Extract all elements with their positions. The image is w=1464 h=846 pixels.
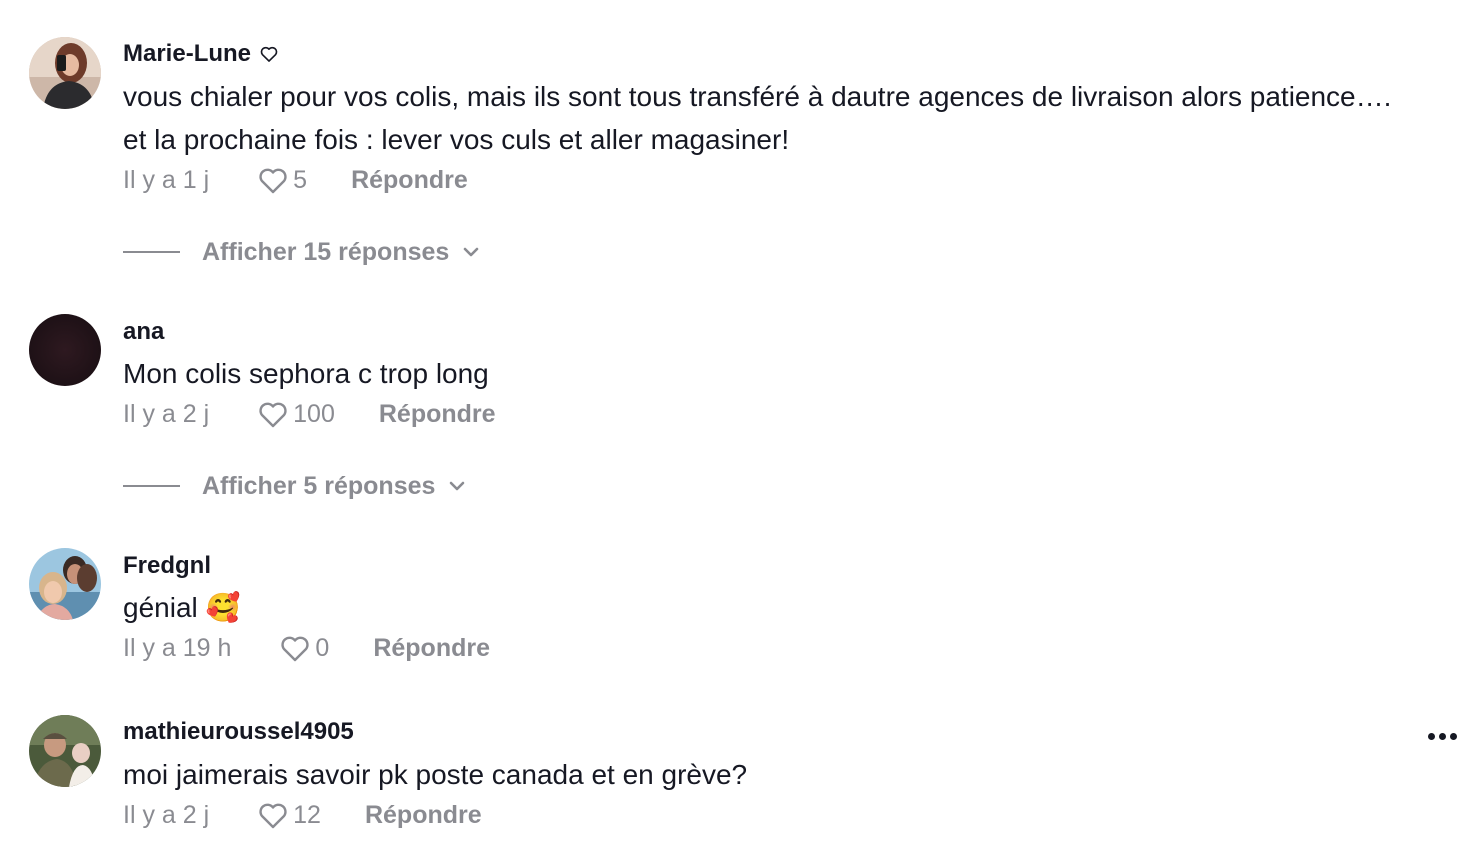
reply-button[interactable]: Répondre: [365, 801, 482, 830]
like-button[interactable]: 0: [279, 633, 329, 663]
heart-outline-icon: [259, 168, 287, 194]
comment-text-line: vous chialer pour vos colis, mais ils so…: [123, 81, 1392, 112]
avatar-image: [29, 715, 101, 787]
like-count: 0: [315, 633, 330, 662]
heart-outline-icon: [281, 636, 310, 662]
comment-meta: Il y a 2 j 12 Répondre: [123, 798, 482, 832]
reply-button[interactable]: Répondre: [373, 634, 490, 663]
username-text[interactable]: ana: [123, 318, 164, 346]
more-options-button[interactable]: [1428, 724, 1464, 748]
divider-line: [123, 251, 180, 253]
like-button[interactable]: 5: [257, 165, 307, 195]
view-replies-button[interactable]: Afficher 15 réponses: [123, 235, 481, 269]
more-dots-icon: [1428, 732, 1435, 740]
comment-meta: Il y a 1 j 5 Répondre: [123, 163, 468, 197]
chevron-down-icon: [450, 481, 465, 491]
avatar[interactable]: [29, 37, 101, 109]
comment-text: vous chialer pour vos colis, mais ils so…: [123, 75, 1391, 161]
like-count: 5: [293, 165, 308, 194]
comment-username[interactable]: Marie-Lune: [123, 40, 279, 68]
reply-button[interactable]: Répondre: [351, 166, 468, 195]
divider-line: [123, 485, 180, 487]
comment-text-line: et la prochaine fois : lever vos culs et…: [123, 124, 790, 155]
comment-time: Il y a 2 j: [123, 399, 210, 428]
heart-outline-icon: [259, 402, 287, 428]
comment-text: moi jaimerais savoir pk poste canada et …: [123, 753, 747, 796]
comment-text-line: moi jaimerais savoir pk poste canada et …: [123, 759, 748, 790]
username-text[interactable]: Marie-Lune: [123, 40, 251, 68]
comment-text-line: Mon colis sephora c trop long: [123, 358, 489, 389]
view-replies-button[interactable]: Afficher 5 réponses: [123, 469, 467, 503]
like-count: 100: [293, 399, 335, 428]
avatar-image: [29, 314, 101, 386]
chevron-down-icon: [464, 247, 479, 257]
comment-time: Il y a 1 j: [123, 165, 210, 194]
like-button[interactable]: 12: [257, 800, 321, 830]
comment-username[interactable]: ana: [123, 318, 164, 346]
avatar-image: [29, 548, 101, 620]
username-text[interactable]: mathieuroussel4905: [123, 718, 354, 746]
more-dots-icon: [1439, 732, 1446, 740]
comment-meta: Il y a 19 h 0 Répondre: [123, 631, 490, 665]
view-replies-label: Afficher 15 réponses: [202, 237, 450, 266]
comment-time: Il y a 19 h: [123, 633, 232, 662]
comment-meta: Il y a 2 j 100 Répondre: [123, 397, 496, 431]
view-replies-label: Afficher 5 réponses: [202, 471, 436, 500]
avatar-image: [29, 37, 101, 109]
comment-text: Mon colis sephora c trop long: [123, 352, 489, 395]
more-dots-icon: [1450, 732, 1457, 740]
comment-username[interactable]: mathieuroussel4905: [123, 718, 354, 746]
avatar[interactable]: [29, 548, 101, 620]
like-count: 12: [293, 800, 321, 829]
username-text[interactable]: Fredgnl: [123, 552, 211, 580]
reply-button[interactable]: Répondre: [379, 400, 496, 429]
avatar[interactable]: [29, 314, 101, 386]
comment-username[interactable]: Fredgnl: [123, 552, 211, 580]
comment-time: Il y a 2 j: [123, 800, 210, 829]
avatar[interactable]: [29, 715, 101, 787]
heart-outline-icon: [260, 46, 278, 62]
comment-text-line: génial 🥰: [123, 592, 241, 623]
comment-text: génial 🥰: [123, 586, 240, 629]
heart-outline-icon: [259, 803, 287, 829]
like-button[interactable]: 100: [257, 399, 335, 429]
